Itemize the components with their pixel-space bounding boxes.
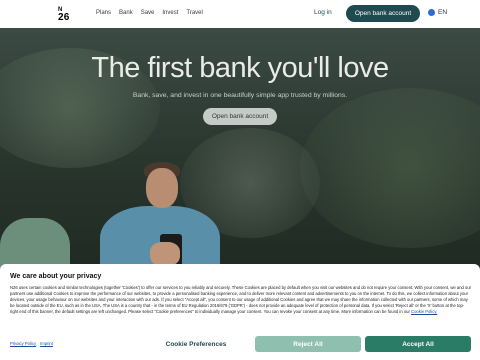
logo-main: 26 (58, 12, 70, 23)
hero-section: The first bank you'll love Bank, save, a… (0, 28, 480, 272)
cookie-body: N26 uses certain cookies and similar tec… (10, 285, 472, 315)
nav-item-bank[interactable]: Bank (119, 10, 133, 16)
accept-all-button[interactable]: Accept All (365, 336, 471, 352)
cookie-body-text: N26 uses certain cookies and similar tec… (10, 285, 472, 314)
hero-title: The first bank you'll love (91, 52, 389, 84)
main-nav: Plans Bank Save Invest Travel (96, 10, 203, 16)
cookie-title: We care about your privacy (10, 273, 102, 280)
cookie-policy-link[interactable]: Cookie Policy. (411, 309, 437, 314)
cookie-preferences-button[interactable]: Cookie Preferences (140, 336, 252, 352)
hero-open-account-button[interactable]: Open bank account (203, 108, 277, 125)
reject-all-button[interactable]: Reject All (255, 336, 361, 352)
login-link[interactable]: Log in (314, 9, 332, 16)
hero-person-head (146, 168, 178, 208)
site-header: N 26 Plans Bank Save Invest Travel Log i… (0, 0, 480, 28)
cookie-footer-links: Privacy Policy Imprint (10, 341, 53, 346)
language-selector[interactable]: EN (428, 9, 447, 16)
imprint-link[interactable]: Imprint (40, 341, 53, 346)
hero-person-hand (150, 242, 180, 266)
open-account-button[interactable]: Open bank account (346, 5, 420, 22)
language-label: EN (438, 9, 448, 16)
nav-item-plans[interactable]: Plans (96, 10, 111, 16)
nav-item-invest[interactable]: Invest (162, 10, 178, 16)
nav-item-travel[interactable]: Travel (186, 10, 202, 16)
nav-item-save[interactable]: Save (141, 10, 155, 16)
hero-subtitle: Bank, save, and invest in one beautifull… (132, 92, 348, 99)
globe-icon (428, 9, 435, 16)
n26-logo[interactable]: N 26 (58, 7, 76, 23)
hero-background (300, 88, 480, 248)
privacy-policy-link[interactable]: Privacy Policy (10, 341, 36, 346)
